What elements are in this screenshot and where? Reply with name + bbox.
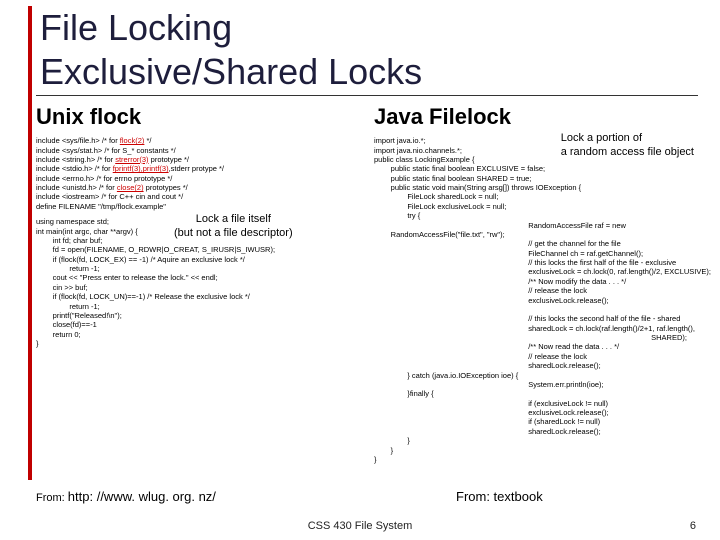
- annot-lock-portion-l1: Lock a portion of: [561, 132, 694, 146]
- from-left: From: http: //www. wlug. org. nz/: [36, 489, 216, 504]
- annot-lock-portion-l2: a random access file object: [561, 146, 694, 160]
- annot-lock-file-l2: (but not a file descriptor): [174, 227, 293, 241]
- accent-bar: [28, 6, 32, 480]
- content-columns: Unix flock include <sys/file.h> /* for f…: [36, 104, 698, 464]
- left-includes: include <sys/file.h> /* for flock(2) */i…: [36, 136, 366, 211]
- from-right-text: From: textbook: [456, 489, 543, 504]
- page-number: 6: [690, 520, 696, 532]
- left-column: Unix flock include <sys/file.h> /* for f…: [36, 104, 366, 464]
- left-heading: Unix flock: [36, 104, 366, 130]
- right-heading: Java Filelock: [374, 104, 698, 130]
- annot-lock-file-l1: Lock a file itself: [174, 213, 293, 227]
- annot-lock-file: Lock a file itself (but not a file descr…: [174, 213, 293, 241]
- from-left-url: http: //www. wlug. org. nz/: [68, 489, 216, 504]
- divider: [36, 95, 698, 96]
- from-right: From: textbook: [456, 489, 543, 504]
- annot-lock-portion: Lock a portion of a random access file o…: [561, 132, 694, 160]
- footer: CSS 430 File System: [0, 520, 720, 532]
- slide-title-2: Exclusive/Shared Locks: [40, 52, 698, 92]
- slide-title-1: File Locking: [40, 8, 698, 48]
- from-left-label: From:: [36, 492, 65, 504]
- right-column: Java Filelock Lock a portion of a random…: [374, 104, 698, 464]
- right-code-body: import java.io.*; import java.nio.channe…: [374, 136, 698, 464]
